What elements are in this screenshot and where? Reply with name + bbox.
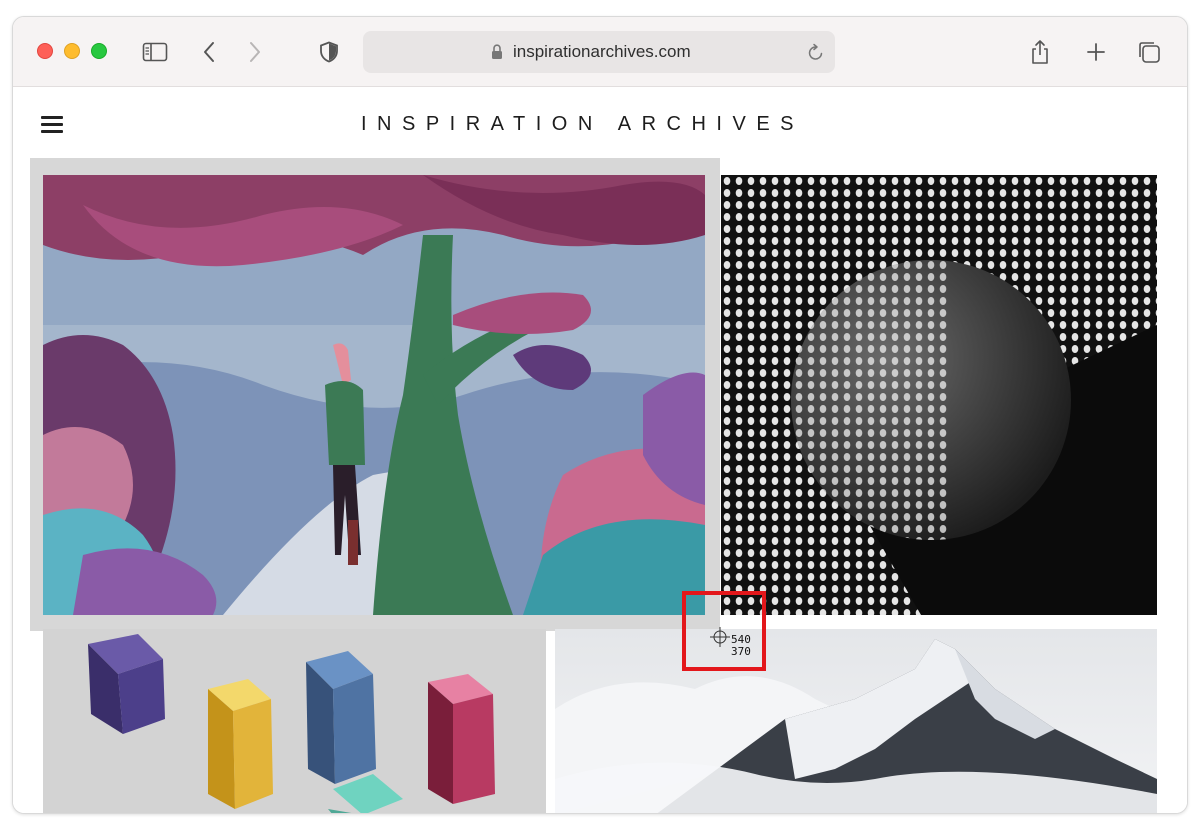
back-icon[interactable]	[196, 39, 222, 65]
address-bar[interactable]: inspirationarchives.com	[363, 31, 835, 73]
lock-icon	[491, 44, 503, 65]
forward-icon[interactable]	[242, 39, 268, 65]
snowy-mountain[interactable]	[555, 629, 1157, 813]
dotted-sphere[interactable]	[721, 175, 1157, 615]
browser-window: inspirationarchives.com INSPIRATION ARCH…	[12, 16, 1188, 814]
tabs-overview-icon[interactable]	[1136, 39, 1162, 65]
sidebar-icon[interactable]	[142, 39, 168, 65]
shield-icon[interactable]	[316, 39, 342, 65]
close-window-button[interactable]	[37, 43, 53, 59]
site-title: INSPIRATION ARCHIVES	[361, 113, 805, 135]
url-text: inspirationarchives.com	[513, 42, 691, 61]
share-icon[interactable]	[1027, 39, 1053, 65]
reload-icon[interactable]	[807, 42, 825, 67]
web-page: INSPIRATION ARCHIVES 540 370	[13, 88, 1187, 813]
forest-illustration[interactable]	[43, 175, 705, 615]
zoom-window-button[interactable]	[91, 43, 107, 59]
hamburger-icon[interactable]	[41, 116, 63, 134]
new-tab-icon[interactable]	[1083, 39, 1109, 65]
browser-toolbar: inspirationarchives.com	[13, 17, 1187, 87]
red-highlight-box	[682, 591, 766, 671]
minimize-window-button[interactable]	[64, 43, 80, 59]
colored-cubes[interactable]	[43, 629, 546, 813]
